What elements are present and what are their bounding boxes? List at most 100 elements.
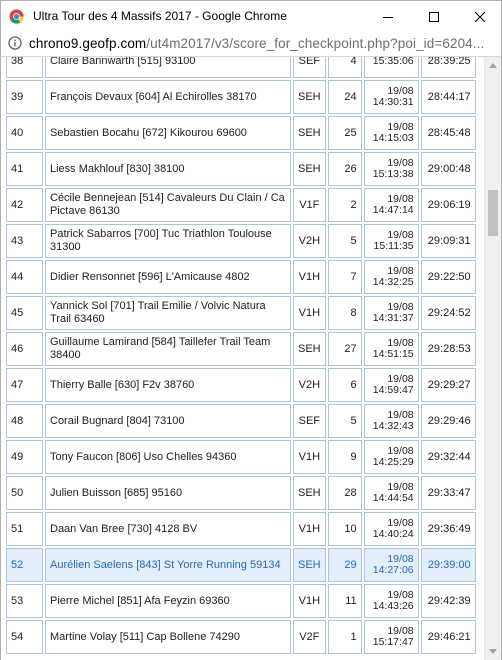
close-button[interactable] <box>457 1 502 32</box>
category-cell: V1H <box>293 440 326 474</box>
rank-cell: 40 <box>6 116 43 150</box>
table-row[interactable]: 54 Martine Volay [511] Cap Bollene 74290 V… <box>6 620 476 654</box>
table-row[interactable]: 38 Claire Bannwarth [515] 93100 SEF 4 15:35:… <box>6 57 476 78</box>
passage-clock: 14:15:03 <box>372 132 414 144</box>
table-row[interactable]: 50 Julien Buisson [685] 95160 SEH 28 19/08 14… <box>6 476 476 510</box>
runner-name-cell[interactable]: Didier Rensonnet [596] L'Amicause 4802 <box>45 260 291 294</box>
runner-name-cell[interactable]: Cécile Bennejean [514] Cavaleurs Du Clai… <box>45 188 291 222</box>
passage-time-cell: 15:35:06 <box>363 57 419 78</box>
category-cell: SEH <box>293 152 326 186</box>
category-cell: SEH <box>293 80 326 114</box>
minimize-icon <box>383 16 393 18</box>
race-time-cell: 29:28:53 <box>420 332 476 366</box>
category-cell: SEH <box>293 116 326 150</box>
category-cell: SEH <box>293 476 326 510</box>
table-row[interactable]: 52 Aurélien Saelens [843] St Yorre Runnin… <box>6 548 476 582</box>
passage-clock: 14:40:24 <box>372 528 414 540</box>
close-icon <box>475 11 485 22</box>
table-row[interactable]: 44 Didier Rensonnet [596] L'Amicause 4802… <box>6 260 476 294</box>
table-row[interactable]: 53 Pierre Michel [851] Afa Feyzin 69360 V1… <box>6 584 476 618</box>
table-row[interactable]: 45 Yannick Sol [701] Trail Emilie / Volvi… <box>6 296 476 330</box>
runner-name-cell[interactable]: Yannick Sol [701] Trail Emilie / Volvic … <box>45 296 291 330</box>
page-viewport: 38 Claire Bannwarth [515] 93100 SEF 4 15:35:… <box>0 57 502 660</box>
rank-cell: 50 <box>6 476 43 510</box>
runner-name-cell[interactable]: Guillaume Lamirand [584] Taillefer Trail… <box>45 332 291 366</box>
runner-name-cell[interactable]: Julien Buisson [685] 95160 <box>45 476 291 510</box>
race-time-cell: 29:29:27 <box>420 368 476 402</box>
category-cell: V1H <box>293 260 326 294</box>
runner-name-cell[interactable]: Tony Faucon [806] Uso Chelles 94360 <box>45 440 291 474</box>
results-table-body: 38 Claire Bannwarth [515] 93100 SEF 4 15:35:… <box>6 57 476 654</box>
category-rank-cell: 10 <box>327 512 362 546</box>
category-rank-cell: 29 <box>327 548 362 582</box>
table-row[interactable]: 51 Daan Van Bree [730] 4128 BV V1H 10 19/08 1… <box>6 512 476 546</box>
category-cell: SEH <box>293 548 326 582</box>
rank-cell: 46 <box>6 332 43 366</box>
passage-time-cell: 19/08 14:44:54 <box>363 476 419 510</box>
category-cell: V2H <box>293 224 326 258</box>
category-rank-cell: 5 <box>327 404 362 438</box>
rank-cell: 52 <box>6 548 43 582</box>
table-row[interactable]: 48 Corail Bugnard [804] 73100 SEF 5 19/08 14:… <box>6 404 476 438</box>
category-cell: SEF <box>293 404 326 438</box>
category-cell: V1H <box>293 296 326 330</box>
runner-name-cell[interactable]: Claire Bannwarth [515] 93100 <box>45 57 291 78</box>
table-row[interactable]: 40 Sebastien Bocahu [672] Kikourou 69600 S… <box>6 116 476 150</box>
passage-clock: 14:47:14 <box>372 204 414 216</box>
scroll-down-button[interactable] <box>485 643 501 660</box>
category-rank-cell: 2 <box>327 188 362 222</box>
category-rank-cell: 24 <box>327 80 362 114</box>
maximize-icon <box>429 11 439 22</box>
url-path: /ut4m2017/v3/score_for_checkpoint.php?po… <box>146 36 485 51</box>
runner-name-cell[interactable]: Martine Volay [511] Cap Bollene 74290 <box>45 620 291 654</box>
runner-name-cell[interactable]: Patrick Sabarros [700] Tuc Triathlon Tou… <box>45 224 291 258</box>
runner-name-cell[interactable]: Aurélien Saelens [843] St Yorre Running … <box>45 548 291 582</box>
minimize-button[interactable] <box>365 1 411 32</box>
runner-name-cell[interactable]: Sebastien Bocahu [672] Kikourou 69600 <box>45 116 291 150</box>
runner-name-cell[interactable]: Daan Van Bree [730] 4128 BV <box>45 512 291 546</box>
table-row[interactable]: 43 Patrick Sabarros [700] Tuc Triathlon T… <box>6 224 476 258</box>
category-rank-cell: 28 <box>327 476 362 510</box>
table-row[interactable]: 42 Cécile Bennejean [514] Cavaleurs Du Cl… <box>6 188 476 222</box>
scroll-down-icon <box>489 649 497 654</box>
passage-clock: 15:35:06 <box>372 57 414 67</box>
runner-name-cell[interactable]: Liess Makhlouf [830] 38100 <box>45 152 291 186</box>
info-icon[interactable] <box>8 36 22 50</box>
race-time-cell: 29:42:39 <box>420 584 476 618</box>
passage-time-cell: 19/08 14:32:43 <box>363 404 419 438</box>
scroll-thumb[interactable] <box>488 190 498 236</box>
runner-name-cell[interactable]: Pierre Michel [851] Afa Feyzin 69360 <box>45 584 291 618</box>
passage-time-cell: 19/08 14:27:06 <box>363 548 419 582</box>
table-row[interactable]: 49 Tony Faucon [806] Uso Chelles 94360 V1H… <box>6 440 476 474</box>
results-table: 38 Claire Bannwarth [515] 93100 SEF 4 15:35:… <box>4 57 478 656</box>
category-cell: SEH <box>293 332 326 366</box>
table-row[interactable]: 46 Guillaume Lamirand [584] Taillefer Tra… <box>6 332 476 366</box>
passage-time-cell: 19/08 15:11:35 <box>363 224 419 258</box>
runner-name-cell[interactable]: Thierry Balle [630] F2v 38760 <box>45 368 291 402</box>
address-bar[interactable]: chrono9.geofp.com/ut4m2017/v3/score_for_… <box>0 31 502 57</box>
category-cell: V1F <box>293 188 326 222</box>
rank-cell: 39 <box>6 80 43 114</box>
vertical-scrollbar[interactable] <box>484 57 501 660</box>
url-text[interactable]: chrono9.geofp.com/ut4m2017/v3/score_for_… <box>29 36 499 51</box>
passage-time-cell: 19/08 15:17:47 <box>363 620 419 654</box>
category-cell: V1H <box>293 584 326 618</box>
race-time-cell: 29:39:00 <box>420 548 476 582</box>
table-row[interactable]: 47 Thierry Balle [630] F2v 38760 V2H 6 19/08… <box>6 368 476 402</box>
scroll-up-button[interactable] <box>485 57 501 74</box>
window-titlebar[interactable]: Ultra Tour des 4 Massifs 2017 - Google C… <box>0 0 502 31</box>
passage-clock: 14:27:06 <box>372 564 414 576</box>
runner-name-cell[interactable]: Corail Bugnard [804] 73100 <box>45 404 291 438</box>
passage-clock: 15:17:47 <box>372 636 414 648</box>
runner-name-cell[interactable]: François Devaux [604] Al Echirolles 3817… <box>45 80 291 114</box>
table-row[interactable]: 41 Liess Makhlouf [830] 38100 SEH 26 19/08 15… <box>6 152 476 186</box>
maximize-button[interactable] <box>411 1 457 32</box>
passage-time-cell: 19/08 14:31:37 <box>363 296 419 330</box>
table-row[interactable]: 39 François Devaux [604] Al Echirolles 38… <box>6 80 476 114</box>
passage-clock: 14:32:25 <box>372 276 414 288</box>
race-time-cell: 29:32:44 <box>420 440 476 474</box>
passage-clock: 14:51:15 <box>372 348 414 360</box>
race-time-cell: 29:36:49 <box>420 512 476 546</box>
category-cell: V2F <box>293 620 326 654</box>
category-rank-cell: 25 <box>327 116 362 150</box>
